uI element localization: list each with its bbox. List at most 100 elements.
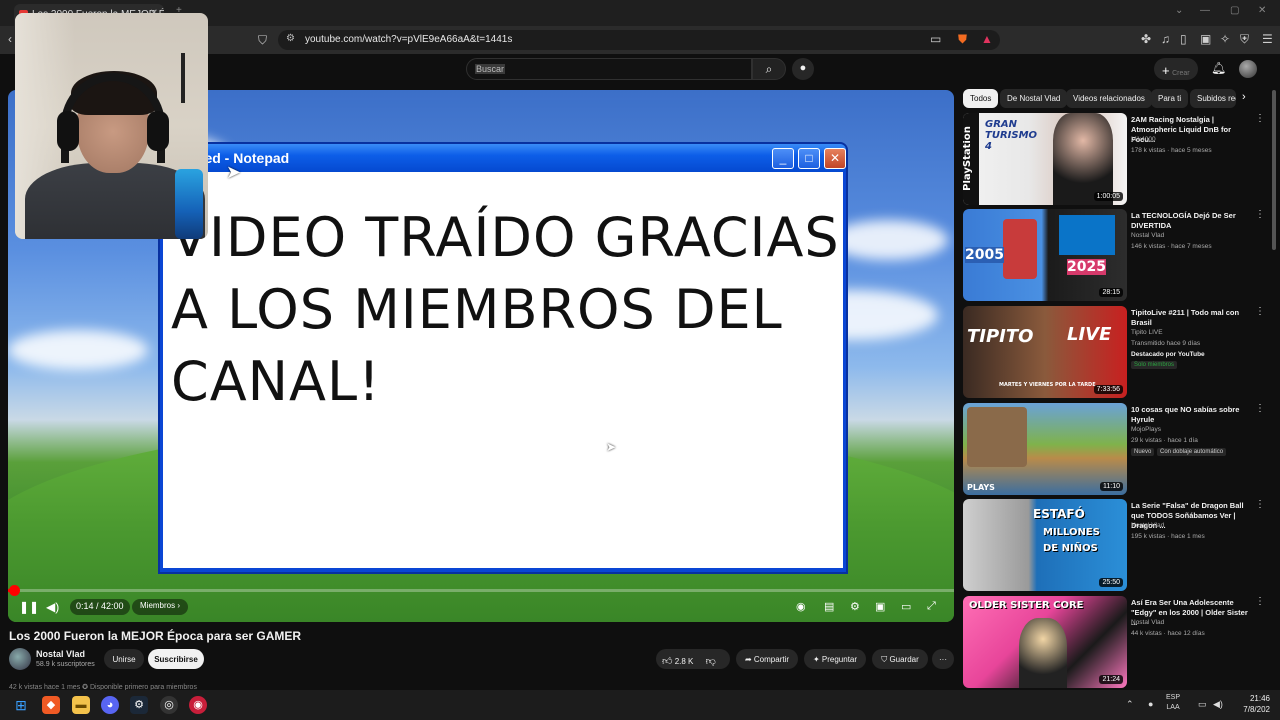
share-button[interactable]: ➦ Compartir bbox=[736, 649, 798, 669]
miniplayer-icon[interactable]: ▣ bbox=[875, 600, 885, 613]
video-thumbnail[interactable]: 2005 2025 28:15 bbox=[963, 209, 1127, 301]
account-avatar[interactable] bbox=[1239, 60, 1257, 78]
dislike-icon[interactable]: 👎︎ bbox=[706, 656, 716, 667]
vpn-icon[interactable]: ⛨ bbox=[1240, 32, 1249, 47]
system-clock[interactable]: 21:46 7/8/202 bbox=[1230, 693, 1270, 715]
video-title: Los 2000 Fueron la MEJOR Época para ser … bbox=[9, 629, 302, 643]
like-count[interactable]: 2.8 K bbox=[675, 657, 694, 666]
ask-button[interactable]: ✦ Preguntar bbox=[804, 649, 866, 669]
leo-icon[interactable]: ✧ bbox=[1220, 32, 1230, 46]
autoplay-toggle-icon[interactable]: ◉ bbox=[796, 600, 806, 613]
fullscreen-icon[interactable]: ⤢ bbox=[927, 600, 936, 613]
language-indicator[interactable]: ESP LAA bbox=[1166, 693, 1180, 713]
cast-icon[interactable]: ▭ bbox=[930, 32, 941, 46]
chevron-up-icon[interactable]: ⌃ bbox=[1126, 699, 1134, 710]
more-vertical-icon[interactable]: ⋮ bbox=[1255, 306, 1265, 317]
duration-badge: 7:33:56 bbox=[1093, 385, 1123, 394]
recommendation-title[interactable]: 10 cosas que NO sabías sobre Hyrule bbox=[1131, 405, 1255, 425]
recommendation-item[interactable]: ESTAFÓ MILLONES DE NIÑOS 25:50 La Serie … bbox=[963, 499, 1265, 591]
video-thumbnail[interactable]: OLDER SISTER CORE 21:24 bbox=[963, 596, 1127, 688]
video-thumbnail[interactable]: TIPITO LIVE MARTES Y VIERNES POR LA TARD… bbox=[963, 306, 1127, 398]
channel-name[interactable]: Nostal Vlad bbox=[36, 649, 85, 659]
more-vertical-icon[interactable]: ⋮ bbox=[1255, 403, 1265, 414]
recommendation-item[interactable]: TIPITO LIVE MARTES Y VIERNES POR LA TARD… bbox=[963, 306, 1265, 398]
chip-recent[interactable]: Subidos rec bbox=[1190, 89, 1236, 108]
sidebar-scrollbar[interactable] bbox=[1272, 90, 1276, 250]
more-vertical-icon[interactable]: ⋮ bbox=[1255, 209, 1265, 220]
bookmark-icon[interactable]: ⛉ bbox=[258, 33, 267, 48]
brave-browser-icon[interactable]: ◆ bbox=[42, 696, 60, 714]
record-app-icon[interactable]: ◉ bbox=[189, 696, 207, 714]
recommendation-channel[interactable]: Nostal Vlad bbox=[1131, 522, 1164, 529]
thumb-text: ESTAFÓ bbox=[1033, 507, 1085, 521]
search-input[interactable]: Buscar bbox=[466, 58, 752, 80]
theater-mode-icon[interactable]: ▭ bbox=[901, 600, 911, 613]
sidebar-toggle-icon[interactable]: ▯ bbox=[1180, 32, 1187, 46]
progress-bar[interactable] bbox=[8, 585, 954, 596]
share-label: Compartir bbox=[753, 655, 790, 664]
progress-scrubber[interactable] bbox=[9, 585, 20, 596]
brave-shield-icon[interactable]: ⛊ bbox=[958, 32, 967, 47]
create-button[interactable]: + Crear bbox=[1154, 58, 1198, 80]
voice-search-button[interactable]: ● bbox=[792, 58, 814, 80]
recommendation-channel[interactable]: Mik4000 bbox=[1131, 136, 1156, 143]
chip-related[interactable]: Videos relacionados bbox=[1066, 89, 1152, 108]
recommendation-channel[interactable]: Nostal Vlad bbox=[1131, 232, 1164, 239]
save-button[interactable]: ⛉ Guardar bbox=[872, 649, 928, 669]
chip-all[interactable]: Todos bbox=[963, 89, 999, 108]
network-icon[interactable]: ▭ bbox=[1198, 699, 1207, 710]
chevron-right-icon[interactable]: › bbox=[1242, 91, 1246, 103]
discord-icon[interactable]: ◕ bbox=[101, 696, 119, 714]
steam-icon[interactable]: ⚙ bbox=[130, 696, 148, 714]
menu-icon[interactable]: ☰ bbox=[1262, 32, 1273, 46]
minimize-icon[interactable]: — bbox=[1200, 5, 1210, 16]
video-thumbnail[interactable]: ESTAFÓ MILLONES DE NIÑOS 25:50 bbox=[963, 499, 1127, 591]
recommendation-item[interactable]: OLDER SISTER CORE 21:24 Así Era Ser Una … bbox=[963, 596, 1265, 688]
recommendation-channel[interactable]: Nostal Vlad bbox=[1131, 619, 1164, 626]
recommendation-item[interactable]: PLAYS 11:10 10 cosas que NO sabías sobre… bbox=[963, 403, 1265, 495]
site-info-icon[interactable]: ⚙ bbox=[286, 33, 295, 44]
recommendation-title[interactable]: La TECNOLOGÍA Dejó De Ser DIVERTIDA bbox=[1131, 211, 1255, 231]
recommendation-channel[interactable]: Tipito LIVE bbox=[1131, 329, 1163, 336]
clock-time: 21:46 bbox=[1249, 694, 1270, 703]
volume-icon[interactable]: ◀) bbox=[46, 600, 59, 614]
tab-search-icon[interactable]: ⌄ bbox=[1175, 5, 1183, 16]
recommendation-item[interactable]: 2005 2025 28:15 La TECNOLOGÍA Dejó De Se… bbox=[963, 209, 1265, 301]
volume-icon[interactable]: ◀) bbox=[1213, 699, 1223, 710]
wallet-icon[interactable]: ▣ bbox=[1200, 32, 1211, 46]
url-field[interactable]: ⚙ youtube.com/watch?v=pVlE9eA66aA&t=1441… bbox=[278, 30, 1000, 50]
more-vertical-icon[interactable]: ⋮ bbox=[1255, 596, 1265, 607]
search-button[interactable]: ⌕ bbox=[752, 58, 786, 80]
more-actions-button[interactable]: ··· bbox=[932, 649, 954, 669]
like-icon[interactable]: 👍︎ bbox=[662, 656, 672, 667]
chip-for-you[interactable]: Para ti bbox=[1151, 89, 1189, 108]
rewards-icon[interactable]: ▲ bbox=[981, 32, 993, 46]
more-vertical-icon[interactable]: ⋮ bbox=[1255, 113, 1265, 124]
extensions-icon[interactable]: ✤ bbox=[1141, 32, 1151, 46]
video-thumbnail[interactable]: PLAYS 11:10 bbox=[963, 403, 1127, 495]
chevron-right-icon: › bbox=[177, 601, 181, 610]
channel-avatar[interactable] bbox=[9, 648, 31, 670]
close-window-icon[interactable]: ✕ bbox=[1258, 5, 1266, 16]
video-thumbnail[interactable]: PlayStation GRAN TURISMO 4 1:00:05 bbox=[963, 113, 1127, 205]
obs-icon[interactable]: ◎ bbox=[160, 696, 178, 714]
recommendation-item[interactable]: PlayStation GRAN TURISMO 4 1:00:05 2AM R… bbox=[963, 113, 1265, 205]
subtitles-icon[interactable]: ▤ bbox=[824, 600, 834, 613]
recommendation-channel[interactable]: MojoPlays bbox=[1131, 426, 1161, 433]
microphone-icon[interactable]: ● bbox=[1148, 699, 1153, 709]
chip-from-channel[interactable]: De Nostal Vlad bbox=[1000, 89, 1068, 108]
subscribe-button[interactable]: Suscribirse bbox=[148, 649, 204, 669]
recommendation-title[interactable]: TipitoLive #211 | Todo mal con Brasil bbox=[1131, 308, 1255, 328]
members-chapter-button[interactable]: Miembros › bbox=[132, 599, 189, 615]
more-vertical-icon[interactable]: ⋮ bbox=[1255, 499, 1265, 510]
notifications-bell-icon[interactable]: 🔔︎ bbox=[1211, 61, 1226, 75]
pause-icon[interactable]: ❚❚ bbox=[19, 600, 39, 614]
file-explorer-icon[interactable]: ▬ bbox=[72, 696, 90, 714]
settings-gear-icon[interactable]: ⚙ bbox=[850, 600, 860, 613]
url-text: youtube.com/watch?v=pVlE9eA66aA&t=1441s bbox=[305, 34, 513, 45]
maximize-icon[interactable]: ▢ bbox=[1230, 5, 1239, 16]
media-icon[interactable]: ♫ bbox=[1161, 32, 1170, 46]
back-icon[interactable]: ‹ bbox=[8, 32, 12, 46]
windows-start-icon[interactable]: ⊞ bbox=[12, 696, 30, 714]
join-button[interactable]: Unirse bbox=[104, 649, 144, 669]
